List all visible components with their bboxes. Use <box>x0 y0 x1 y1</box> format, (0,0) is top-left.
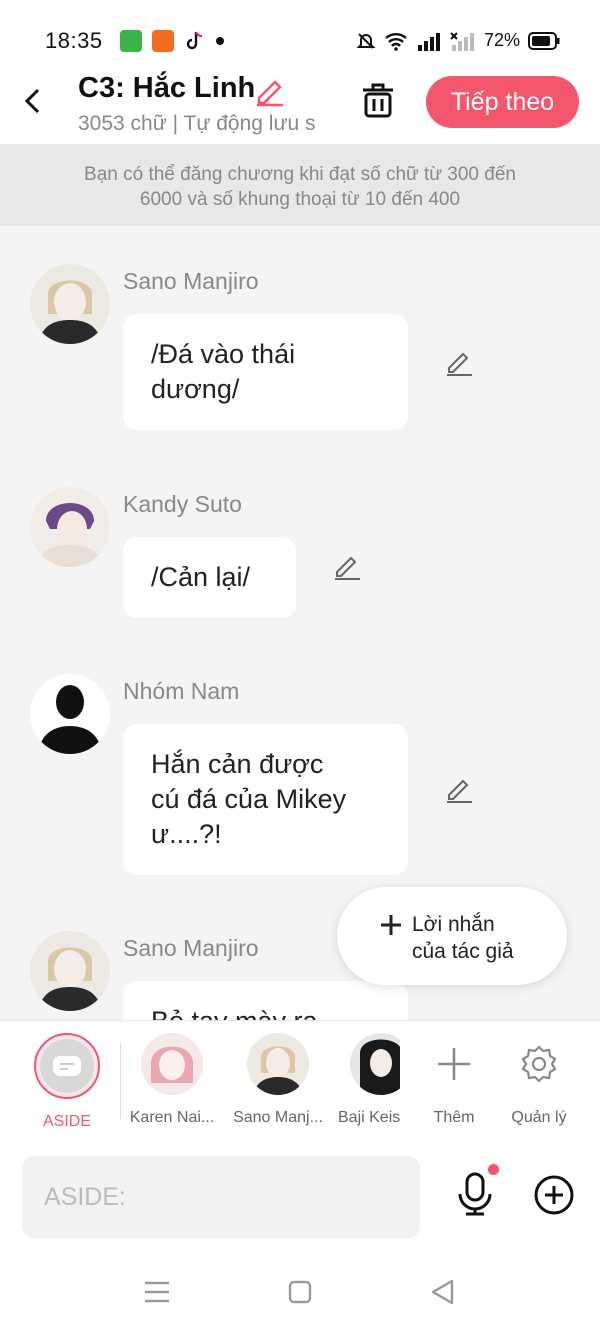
square-icon <box>288 1280 312 1304</box>
narration-icon <box>53 1056 81 1076</box>
character-label: Thêm <box>433 1109 475 1126</box>
author-note-button[interactable]: Lời nhắn của tác giả <box>337 887 567 985</box>
microphone-icon <box>458 1172 492 1216</box>
pencil-icon <box>447 779 472 803</box>
message-text: /Đá vào thái <box>151 339 296 369</box>
character-aside[interactable]: ASIDE <box>32 1033 102 1131</box>
character-baji[interactable]: Baji Keis <box>338 1033 400 1127</box>
edit-message-button[interactable] <box>444 347 474 382</box>
default-avatar-icon <box>30 674 110 754</box>
manage-characters-button[interactable]: Quản lý <box>504 1033 574 1127</box>
character-karen[interactable]: Karen Nai... <box>128 1033 216 1127</box>
header: C3: Hắc Linh 3053 chữ | Tự động lưu s Ti… <box>0 72 600 144</box>
avatar <box>350 1033 400 1095</box>
add-media-button[interactable] <box>533 1174 575 1221</box>
message-text: dương/ <box>151 374 240 404</box>
character-label: Sano Manj... <box>233 1109 323 1126</box>
character-sano[interactable]: Sano Manj... <box>232 1033 324 1127</box>
avatar[interactable] <box>30 264 110 344</box>
edit-title-button[interactable] <box>253 74 287 113</box>
app-notification-icon <box>152 30 174 52</box>
avatar[interactable] <box>30 487 110 567</box>
home-button[interactable] <box>288 1280 312 1309</box>
character-name: Kandy Suto <box>123 491 242 517</box>
character-label: Karen Nai... <box>129 1109 215 1126</box>
trash-icon <box>363 83 393 118</box>
message-input[interactable] <box>22 1156 420 1238</box>
system-back-button[interactable] <box>430 1279 456 1310</box>
author-note-line: của tác giả <box>412 940 514 963</box>
edit-message-button[interactable] <box>332 551 362 586</box>
recent-apps-button[interactable] <box>144 1280 170 1309</box>
triangle-back-icon <box>431 1279 454 1305</box>
character-label: ASIDE <box>42 1113 91 1130</box>
edit-message-button[interactable] <box>444 774 474 809</box>
battery-percent: 72% <box>483 30 520 50</box>
notification-dot <box>488 1164 499 1175</box>
notice-line: Bạn có thể đăng chương khi đạt số chữ từ… <box>84 164 516 185</box>
tiktok-icon <box>184 30 206 52</box>
avatar[interactable] <box>30 931 110 1011</box>
author-note-label: Lời nhắn của tác giả <box>412 911 514 965</box>
message-text: /Cản lại/ <box>151 562 251 592</box>
message-text: ư....?! <box>151 819 222 849</box>
pencil-icon <box>447 352 472 376</box>
character-name: Sano Manjiro <box>123 935 259 961</box>
character-bar: ASIDE Karen Nai... Sano Manj... Baji Kei… <box>0 1020 600 1142</box>
signal-off-icon <box>450 31 474 51</box>
dot-icon <box>216 37 224 45</box>
character-name: Nhóm Nam <box>123 678 240 704</box>
back-button[interactable] <box>18 86 48 116</box>
author-note-line: Lời nhắn <box>412 913 495 936</box>
delete-button[interactable] <box>360 82 396 125</box>
input-bar <box>0 1142 600 1252</box>
system-nav-bar <box>0 1252 600 1333</box>
battery-icon <box>528 31 560 50</box>
wifi-icon <box>385 32 407 51</box>
message-text: Hắn cản được <box>151 749 324 779</box>
publish-notice: Bạn có thể đăng chương khi đạt số chữ từ… <box>0 144 600 226</box>
menu-icon <box>145 1281 169 1303</box>
message-bubble[interactable]: /Cản lại/ <box>123 537 296 618</box>
pencil-icon <box>335 556 360 580</box>
status-time: 18:35 <box>45 28 103 53</box>
plus-icon <box>381 915 401 935</box>
avatar[interactable] <box>30 674 110 754</box>
signal-icon <box>417 32 440 51</box>
status-bar: 18:35 72% <box>0 0 600 72</box>
message-text: Bỏ tay mày ra <box>151 1004 380 1020</box>
message-bubble[interactable]: /Đá vào thái dương/ <box>123 314 408 430</box>
status-indicators: 72% <box>356 30 560 51</box>
divider <box>120 1043 121 1119</box>
message-bubble[interactable]: Bỏ tay mày ra <box>123 981 408 1020</box>
plus-icon <box>438 1048 470 1080</box>
avatar <box>141 1033 203 1095</box>
notice-line: 6000 và số khung thoại từ 10 đến 400 <box>139 189 461 210</box>
character-label: Quản lý <box>511 1109 567 1126</box>
status-app-icons <box>120 30 224 52</box>
character-name: Sano Manjiro <box>123 268 259 294</box>
pencil-icon <box>257 80 283 107</box>
character-label: Baji Keis <box>338 1109 400 1126</box>
voice-button[interactable] <box>455 1172 495 1221</box>
chapter-subtitle: 3053 chữ | Tự động lưu s <box>78 112 316 135</box>
bell-mute-icon <box>356 32 376 49</box>
chapter-title[interactable]: C3: Hắc Linh <box>78 72 255 105</box>
chevron-left-icon <box>24 88 40 114</box>
next-button[interactable]: Tiếp theo <box>426 76 579 128</box>
aside-avatar <box>34 1033 100 1099</box>
plus-circle-icon <box>534 1175 574 1215</box>
gear-icon <box>521 1045 557 1083</box>
add-character-button[interactable]: Thêm <box>424 1033 484 1127</box>
avatar <box>247 1033 309 1095</box>
message-bubble[interactable]: Hắn cản được cú đá của Mikey ư....?! <box>123 724 408 875</box>
app-notification-icon <box>120 30 142 52</box>
message-text: cú đá của Mikey <box>151 784 347 814</box>
